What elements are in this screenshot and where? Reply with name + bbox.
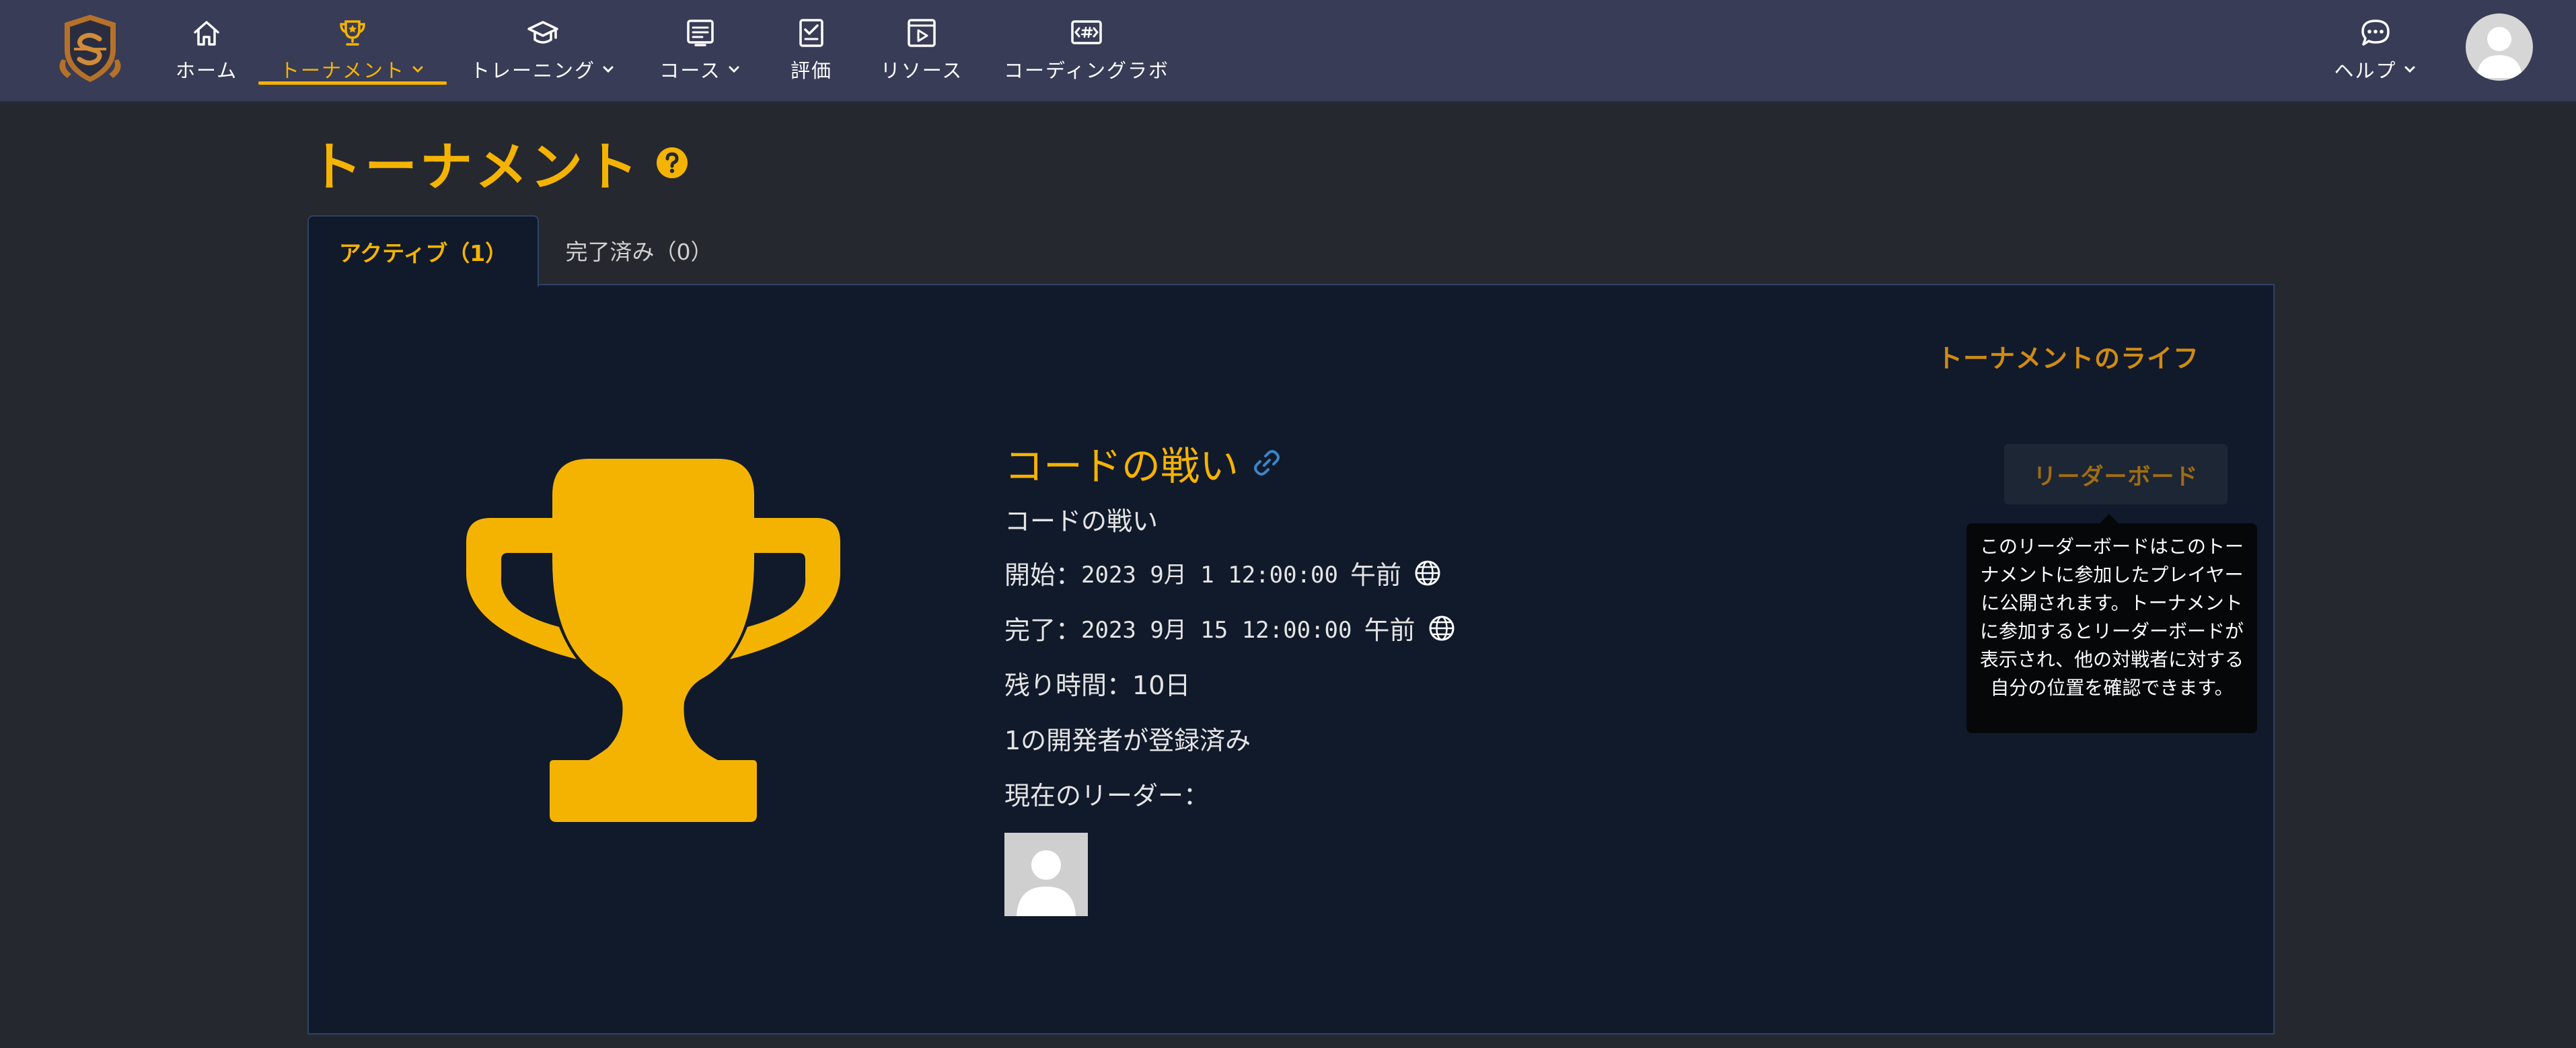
tab-completed[interactable]: 完了済み（0） [538, 215, 740, 285]
active-nav-underline [258, 81, 447, 85]
chevron-down-icon [2404, 66, 2415, 73]
nav-item-coding-lab[interactable]: コーディングラボ [1002, 0, 1171, 101]
globe-icon[interactable] [1413, 559, 1442, 587]
nav-label-assessment: 評価 [790, 59, 832, 82]
question-circle-icon[interactable] [655, 146, 689, 180]
chevron-down-icon [412, 66, 423, 73]
current-leader-label: 現在のリーダー： [1004, 781, 1210, 811]
code-lab-icon [1071, 20, 1102, 44]
nav-item-help[interactable]: ヘルプ [2333, 0, 2418, 101]
tab-active[interactable]: アクティブ（1） [307, 215, 539, 287]
nav-label-help: ヘルプ [2334, 55, 2417, 83]
user-avatar[interactable] [2466, 13, 2533, 81]
tournament-life-label: トーナメントのライフ [1937, 344, 2200, 373]
remaining-value: 10日 [1132, 671, 1191, 700]
tournament-title-text: コードの戦い [1004, 443, 1239, 489]
top-navbar: ホーム トーナメント トレーニング コース 評価 リソース コーディングラボ ヘ… [0, 0, 2576, 102]
globe-icon[interactable] [1428, 614, 1456, 642]
registered-count: 1の開発者が登録済み [1004, 720, 1251, 757]
end-ampm: 午前 [1364, 615, 1415, 645]
trophy-icon [466, 459, 840, 822]
tournament-subtitle-text: コードの戦い [1004, 507, 1158, 536]
nav-item-resource[interactable]: リソース [875, 0, 969, 101]
nav-item-assessment[interactable]: 評価 [784, 0, 838, 101]
remaining-label: 残り時間： [1004, 671, 1133, 700]
registered-text: 1の開発者が登録済み [1004, 726, 1251, 755]
start-date-row: 開始： 2023 9月 1 12:00:00 午前 [1004, 554, 1442, 591]
chevron-down-icon [603, 66, 614, 73]
tab-active-label: アクティブ（1） [338, 240, 508, 266]
leaderboard-tooltip: このリーダーボードはこのトーナメントに参加したプレイヤーに公開されます。トーナメ… [1966, 523, 2257, 733]
start-label: 開始： [1004, 560, 1082, 590]
nav-item-course[interactable]: コース [657, 0, 744, 101]
nav-label-course: コース [659, 55, 741, 83]
assessment-icon [799, 19, 823, 47]
home-icon [194, 21, 219, 46]
user-silhouette-icon [2476, 27, 2522, 78]
tournament-panel: トーナメントのライフ コードの戦い コードの戦い 開始： 2023 9月 1 1… [307, 284, 2275, 1035]
tournament-subtitle: コードの戦い [1004, 500, 1158, 537]
nav-label-home: ホーム [175, 59, 238, 82]
nav-item-tournament[interactable]: トーナメント [258, 0, 447, 101]
leaderboard-tooltip-text: このリーダーボードはこのトーナメントに参加したプレイヤーに公開されます。トーナメ… [1979, 535, 2244, 699]
remaining-time-row: 残り時間： 10日 [1004, 665, 1190, 702]
nav-item-training[interactable]: トレーニング [468, 0, 618, 101]
chat-icon [2361, 20, 2390, 46]
course-icon [687, 20, 714, 46]
leader-avatar[interactable] [1004, 833, 1088, 916]
graduation-cap-icon [527, 21, 558, 44]
start-ampm: 午前 [1350, 560, 1402, 590]
leaderboard-button[interactable]: リーダーボード [2004, 444, 2228, 504]
end-date-row: 完了： 2023 9月 15 12:00:00 午前 [1004, 609, 1456, 646]
start-date-value: 2023 9月 1 12:00:00 [1081, 562, 1339, 589]
tournament-title: コードの戦い [1004, 435, 1283, 491]
user-silhouette-icon [1017, 850, 1076, 916]
nav-item-home[interactable]: ホーム [176, 0, 237, 101]
end-date-value: 2023 9月 15 12:00:00 [1081, 617, 1352, 644]
page-title-text: トーナメント [309, 137, 641, 198]
nav-label-resource: リソース [880, 59, 963, 82]
link-icon[interactable] [1251, 447, 1283, 479]
end-label: 完了： [1004, 615, 1082, 645]
trophy-icon [340, 20, 365, 46]
nav-label-coding-lab: コーディングラボ [1004, 59, 1169, 82]
tab-completed-label: 完了済み（0） [565, 239, 713, 265]
page-title: トーナメント [309, 125, 689, 200]
shield-logo-icon[interactable] [48, 12, 132, 85]
leaderboard-button-label: リーダーボード [2033, 463, 2199, 490]
resource-icon [908, 19, 936, 47]
nav-label-training: トレーニング [470, 55, 616, 83]
current-leader-row: 現在のリーダー： [1004, 775, 1209, 812]
tooltip-arrow [2100, 514, 2119, 523]
chevron-down-icon [729, 66, 739, 73]
nav-label-tournament: トーナメント [280, 55, 425, 83]
